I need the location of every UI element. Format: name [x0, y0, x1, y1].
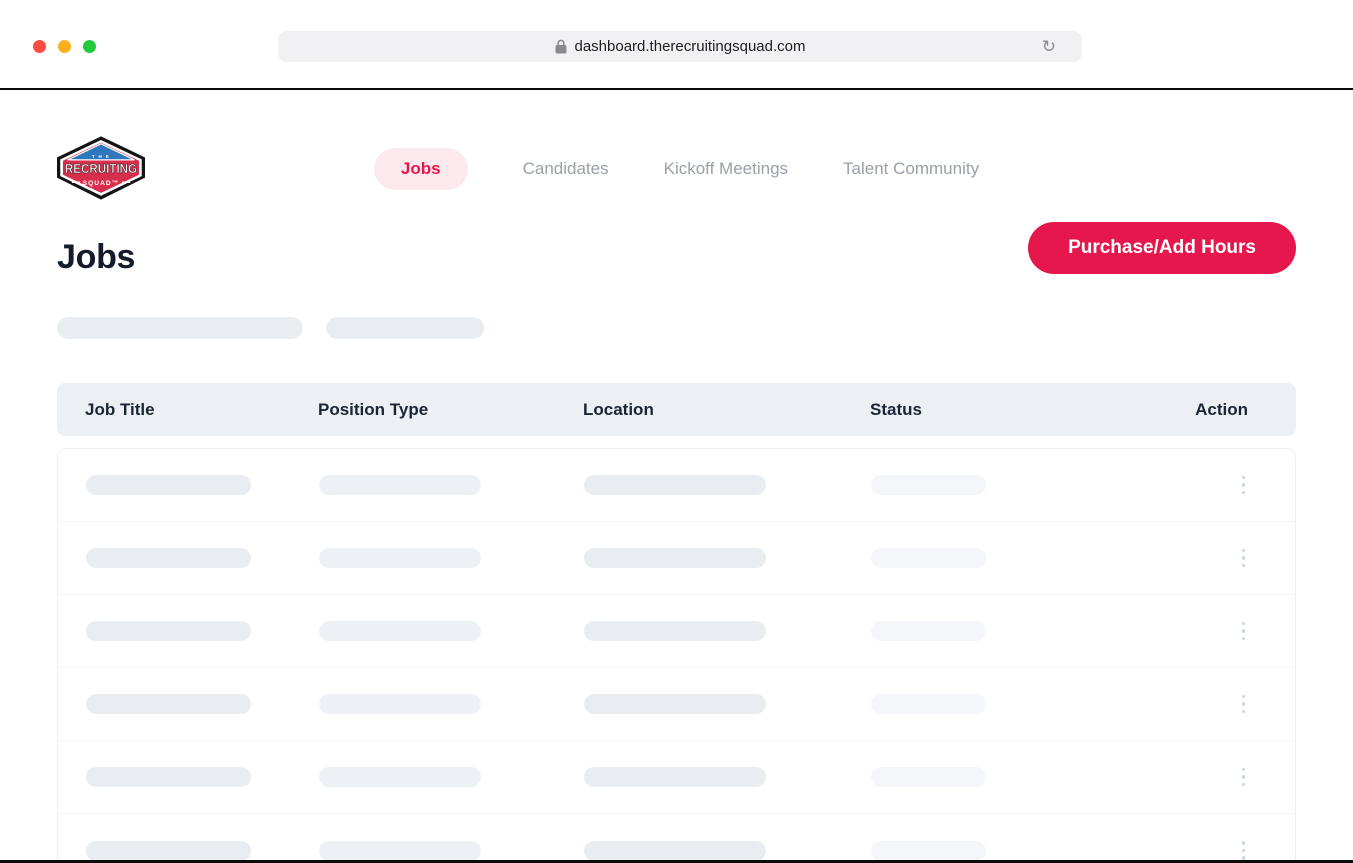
row-actions-kebab-menu-icon[interactable]	[1240, 833, 1248, 863]
cell-skeleton-placeholder	[319, 548, 481, 568]
cell-skeleton-placeholder	[584, 694, 766, 714]
url-text: dashboard.therecruitingsquad.com	[575, 38, 806, 55]
table-row	[58, 595, 1295, 668]
browser-chrome: dashboard.therecruitingsquad.com ↻	[0, 0, 1353, 90]
purchase-add-hours-button[interactable]: Purchase/Add Hours	[1028, 222, 1296, 274]
reload-button[interactable]: ↻	[1042, 37, 1056, 57]
column-header-location: Location	[583, 400, 870, 420]
cell-skeleton-placeholder	[584, 548, 766, 568]
logo-text-squad: SQUAD™	[83, 180, 120, 187]
table-row	[58, 668, 1295, 741]
table-row	[58, 449, 1295, 522]
cell-skeleton-placeholder	[584, 621, 766, 641]
nav-tab-candidates[interactable]: Candidates	[523, 149, 609, 189]
cell-skeleton-placeholder	[86, 841, 251, 861]
row-actions-kebab-menu-icon[interactable]	[1240, 687, 1248, 722]
traffic-lights	[33, 40, 96, 53]
page-title: Jobs	[57, 238, 135, 277]
title-row: Jobs Purchase/Add Hours	[57, 222, 1296, 277]
logo-text-the: T H E	[92, 154, 110, 159]
nav-tab-kickoff-meetings[interactable]: Kickoff Meetings	[664, 149, 788, 189]
table-header: Job Title Position Type Location Status …	[57, 383, 1296, 436]
cell-skeleton-placeholder	[871, 621, 986, 641]
nav-tab-talent-community[interactable]: Talent Community	[843, 149, 979, 189]
cell-skeleton-placeholder	[319, 841, 481, 861]
recruiting-squad-logo[interactable]: T H E RECRUITING SQUAD™	[57, 136, 145, 200]
lock-icon	[555, 39, 567, 54]
cell-skeleton-placeholder	[584, 475, 766, 495]
table-body	[57, 448, 1296, 863]
cell-skeleton-placeholder	[871, 841, 986, 861]
cell-skeleton-placeholder	[86, 694, 251, 714]
cell-skeleton-placeholder	[86, 475, 251, 495]
row-actions-kebab-menu-icon[interactable]	[1240, 614, 1248, 649]
cell-skeleton-placeholder	[871, 475, 986, 495]
nav-tab-jobs[interactable]: Jobs	[374, 148, 468, 190]
cell-skeleton-placeholder	[319, 767, 481, 787]
page-content: T H E RECRUITING SQUAD™ Jobs Candidates …	[0, 138, 1353, 863]
row-actions-kebab-menu-icon[interactable]	[1240, 541, 1248, 576]
zoom-window-button[interactable]	[83, 40, 96, 53]
row-actions-kebab-menu-icon[interactable]	[1240, 760, 1248, 795]
filter-skeleton-placeholder	[57, 317, 303, 339]
cell-skeleton-placeholder	[871, 694, 986, 714]
cell-skeleton-placeholder	[871, 548, 986, 568]
address-bar[interactable]: dashboard.therecruitingsquad.com ↻	[278, 31, 1082, 62]
minimize-window-button[interactable]	[58, 40, 71, 53]
column-header-status: Status	[870, 400, 1168, 420]
column-header-position-type: Position Type	[318, 400, 583, 420]
filters-loading-row	[57, 317, 1296, 339]
close-window-button[interactable]	[33, 40, 46, 53]
cell-skeleton-placeholder	[584, 767, 766, 787]
filter-skeleton-placeholder	[326, 317, 484, 339]
cell-skeleton-placeholder	[319, 694, 481, 714]
cell-skeleton-placeholder	[86, 621, 251, 641]
cell-skeleton-placeholder	[319, 475, 481, 495]
column-header-action: Action	[1195, 400, 1248, 420]
column-header-job-title: Job Title	[85, 400, 318, 420]
table-row	[58, 741, 1295, 814]
cell-skeleton-placeholder	[319, 621, 481, 641]
cell-skeleton-placeholder	[86, 767, 251, 787]
main-nav: Jobs Candidates Kickoff Meetings Talent …	[374, 148, 979, 190]
row-actions-kebab-menu-icon[interactable]	[1240, 468, 1248, 503]
table-row	[58, 522, 1295, 595]
top-nav-row: T H E RECRUITING SQUAD™ Jobs Candidates …	[57, 138, 1296, 200]
table-row	[58, 814, 1295, 863]
cell-skeleton-placeholder	[871, 767, 986, 787]
cell-skeleton-placeholder	[584, 841, 766, 861]
cell-skeleton-placeholder	[86, 548, 251, 568]
logo-text-recruiting: RECRUITING	[65, 161, 137, 176]
